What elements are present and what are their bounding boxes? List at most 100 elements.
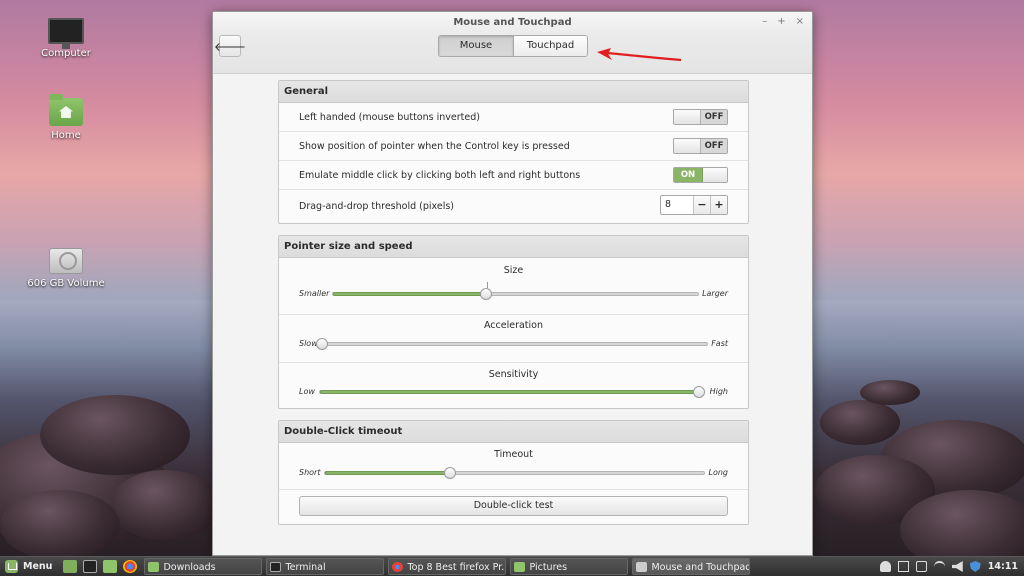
switch-state: ON bbox=[674, 168, 702, 182]
section-header: Double-Click timeout bbox=[279, 421, 748, 443]
slider-tick bbox=[487, 282, 488, 288]
rock bbox=[40, 395, 190, 475]
decrement-button[interactable]: − bbox=[693, 196, 710, 214]
section-double-click: Double-Click timeout Timeout Short Long … bbox=[278, 420, 749, 525]
switch-knob bbox=[702, 168, 727, 182]
acceleration-slider[interactable] bbox=[316, 338, 708, 350]
desktop-icon-computer[interactable]: Computer bbox=[26, 18, 106, 59]
switch-knob bbox=[674, 110, 700, 124]
slider-title: Size bbox=[503, 265, 524, 276]
section-pointer: Pointer size and speed Size Smaller Larg… bbox=[278, 235, 749, 409]
task-pictures[interactable]: Pictures bbox=[510, 558, 629, 575]
setting-row-left-handed: Left handed (mouse buttons inverted) OFF bbox=[279, 103, 748, 132]
task-terminal[interactable]: Terminal bbox=[266, 558, 385, 575]
chrome-launcher-icon[interactable] bbox=[123, 560, 138, 573]
double-click-test-button[interactable]: Double-click test bbox=[299, 496, 728, 516]
slider-max-label: High bbox=[709, 387, 728, 396]
switch-state: OFF bbox=[700, 110, 727, 124]
desktop-icon-label: Home bbox=[51, 130, 81, 141]
rock bbox=[110, 470, 220, 540]
clock[interactable]: 14:11 bbox=[988, 561, 1018, 572]
task-label: Top 8 Best firefox Pr... bbox=[407, 562, 507, 573]
slider-block-sensitivity: Sensitivity Low High bbox=[279, 363, 748, 408]
titlebar[interactable]: Mouse and Touchpad – + × bbox=[213, 12, 812, 34]
task-chrome[interactable]: Top 8 Best firefox Pr... bbox=[388, 558, 507, 575]
back-button[interactable]: 🡐 bbox=[214, 35, 246, 57]
task-mouse-touchpad[interactable]: Mouse and Touchpad bbox=[632, 558, 751, 575]
slider-max-label: Fast bbox=[711, 339, 728, 348]
slider-min-label: Slow bbox=[299, 339, 318, 348]
mouse-settings-icon bbox=[636, 562, 648, 572]
minimize-button[interactable]: – bbox=[762, 16, 767, 27]
desktop-icon-label: 606 GB Volume bbox=[27, 278, 105, 289]
maximize-button[interactable]: + bbox=[777, 16, 785, 27]
close-button[interactable]: × bbox=[796, 16, 804, 27]
files-launcher-icon[interactable] bbox=[103, 560, 118, 573]
computer-icon bbox=[48, 18, 84, 49]
slider-thumb[interactable] bbox=[444, 467, 457, 479]
rock bbox=[0, 490, 120, 560]
system-tray: 14:11 bbox=[879, 561, 1024, 572]
menu-label: Menu bbox=[23, 561, 53, 572]
back-arrow-icon: 🡐 bbox=[213, 39, 247, 54]
window-title: Mouse and Touchpad bbox=[453, 17, 572, 28]
rock bbox=[820, 400, 900, 445]
setting-label: Show position of pointer when the Contro… bbox=[299, 141, 570, 152]
slider-fill bbox=[320, 390, 699, 394]
desktop-icon-home[interactable]: Home bbox=[26, 94, 106, 141]
slider-min-label: Low bbox=[299, 387, 315, 396]
slider-fill bbox=[325, 471, 451, 475]
task-label: Downloads bbox=[163, 562, 216, 573]
clipboard-icon[interactable] bbox=[897, 561, 909, 572]
section-header: General bbox=[279, 81, 748, 103]
rock bbox=[860, 380, 920, 405]
slider-min-label: Short bbox=[299, 468, 321, 477]
desktop-icon-volume[interactable]: 606 GB Volume bbox=[26, 248, 106, 289]
setting-row-drag-threshold: Drag-and-drop threshold (pixels) 8 − + bbox=[279, 190, 748, 222]
increment-button[interactable]: + bbox=[710, 196, 727, 214]
sensitivity-slider[interactable] bbox=[319, 386, 705, 398]
size-slider[interactable] bbox=[332, 288, 699, 300]
slider-title: Timeout bbox=[494, 449, 533, 460]
display-icon[interactable] bbox=[915, 561, 927, 572]
tab-touchpad[interactable]: Touchpad bbox=[513, 36, 587, 56]
volume-icon[interactable] bbox=[951, 561, 963, 572]
drag-threshold-spinner: 8 − + bbox=[660, 195, 728, 215]
task-label: Mouse and Touchpad bbox=[651, 562, 751, 573]
terminal-launcher-icon[interactable] bbox=[83, 560, 98, 573]
slider-thumb[interactable] bbox=[693, 386, 705, 398]
slider-title: Sensitivity bbox=[488, 369, 539, 380]
locate-pointer-switch[interactable]: OFF bbox=[673, 138, 728, 154]
slider-min-label: Smaller bbox=[299, 289, 330, 298]
update-shield-icon[interactable] bbox=[969, 561, 981, 572]
middle-click-switch[interactable]: ON bbox=[673, 167, 728, 183]
show-desktop-icon[interactable] bbox=[63, 560, 78, 573]
wifi-icon[interactable] bbox=[933, 561, 945, 572]
setting-label: Drag-and-drop threshold (pixels) bbox=[299, 201, 454, 212]
drag-threshold-input[interactable]: 8 bbox=[661, 196, 693, 214]
user-icon[interactable] bbox=[879, 561, 891, 572]
menu-button[interactable]: Menu bbox=[0, 560, 60, 573]
terminal-icon bbox=[270, 562, 282, 572]
tab-mouse[interactable]: Mouse bbox=[439, 36, 513, 56]
stack-switcher: Mouse Touchpad bbox=[438, 35, 588, 57]
slider-fill bbox=[333, 292, 487, 296]
slider-thumb[interactable] bbox=[316, 338, 328, 350]
slider-block-acceleration: Acceleration Slow Fast bbox=[279, 315, 748, 363]
switch-knob bbox=[674, 139, 700, 153]
switch-state: OFF bbox=[700, 139, 727, 153]
slider-block-timeout: Timeout Short Long bbox=[279, 443, 748, 490]
toolbar: 🡐 Mouse Touchpad bbox=[213, 34, 812, 74]
chrome-icon bbox=[392, 562, 404, 572]
left-handed-switch[interactable]: OFF bbox=[673, 109, 728, 125]
drive-icon bbox=[49, 248, 83, 274]
slider-thumb[interactable] bbox=[480, 288, 493, 300]
folder-icon bbox=[514, 562, 526, 572]
annotation-arrow-icon bbox=[597, 48, 682, 62]
timeout-slider[interactable] bbox=[324, 467, 705, 479]
section-general: General Left handed (mouse buttons inver… bbox=[278, 80, 749, 224]
setting-row-middle-click: Emulate middle click by clicking both le… bbox=[279, 161, 748, 190]
mint-logo-icon bbox=[5, 560, 18, 573]
setting-label: Emulate middle click by clicking both le… bbox=[299, 170, 581, 181]
task-downloads[interactable]: Downloads bbox=[144, 558, 263, 575]
